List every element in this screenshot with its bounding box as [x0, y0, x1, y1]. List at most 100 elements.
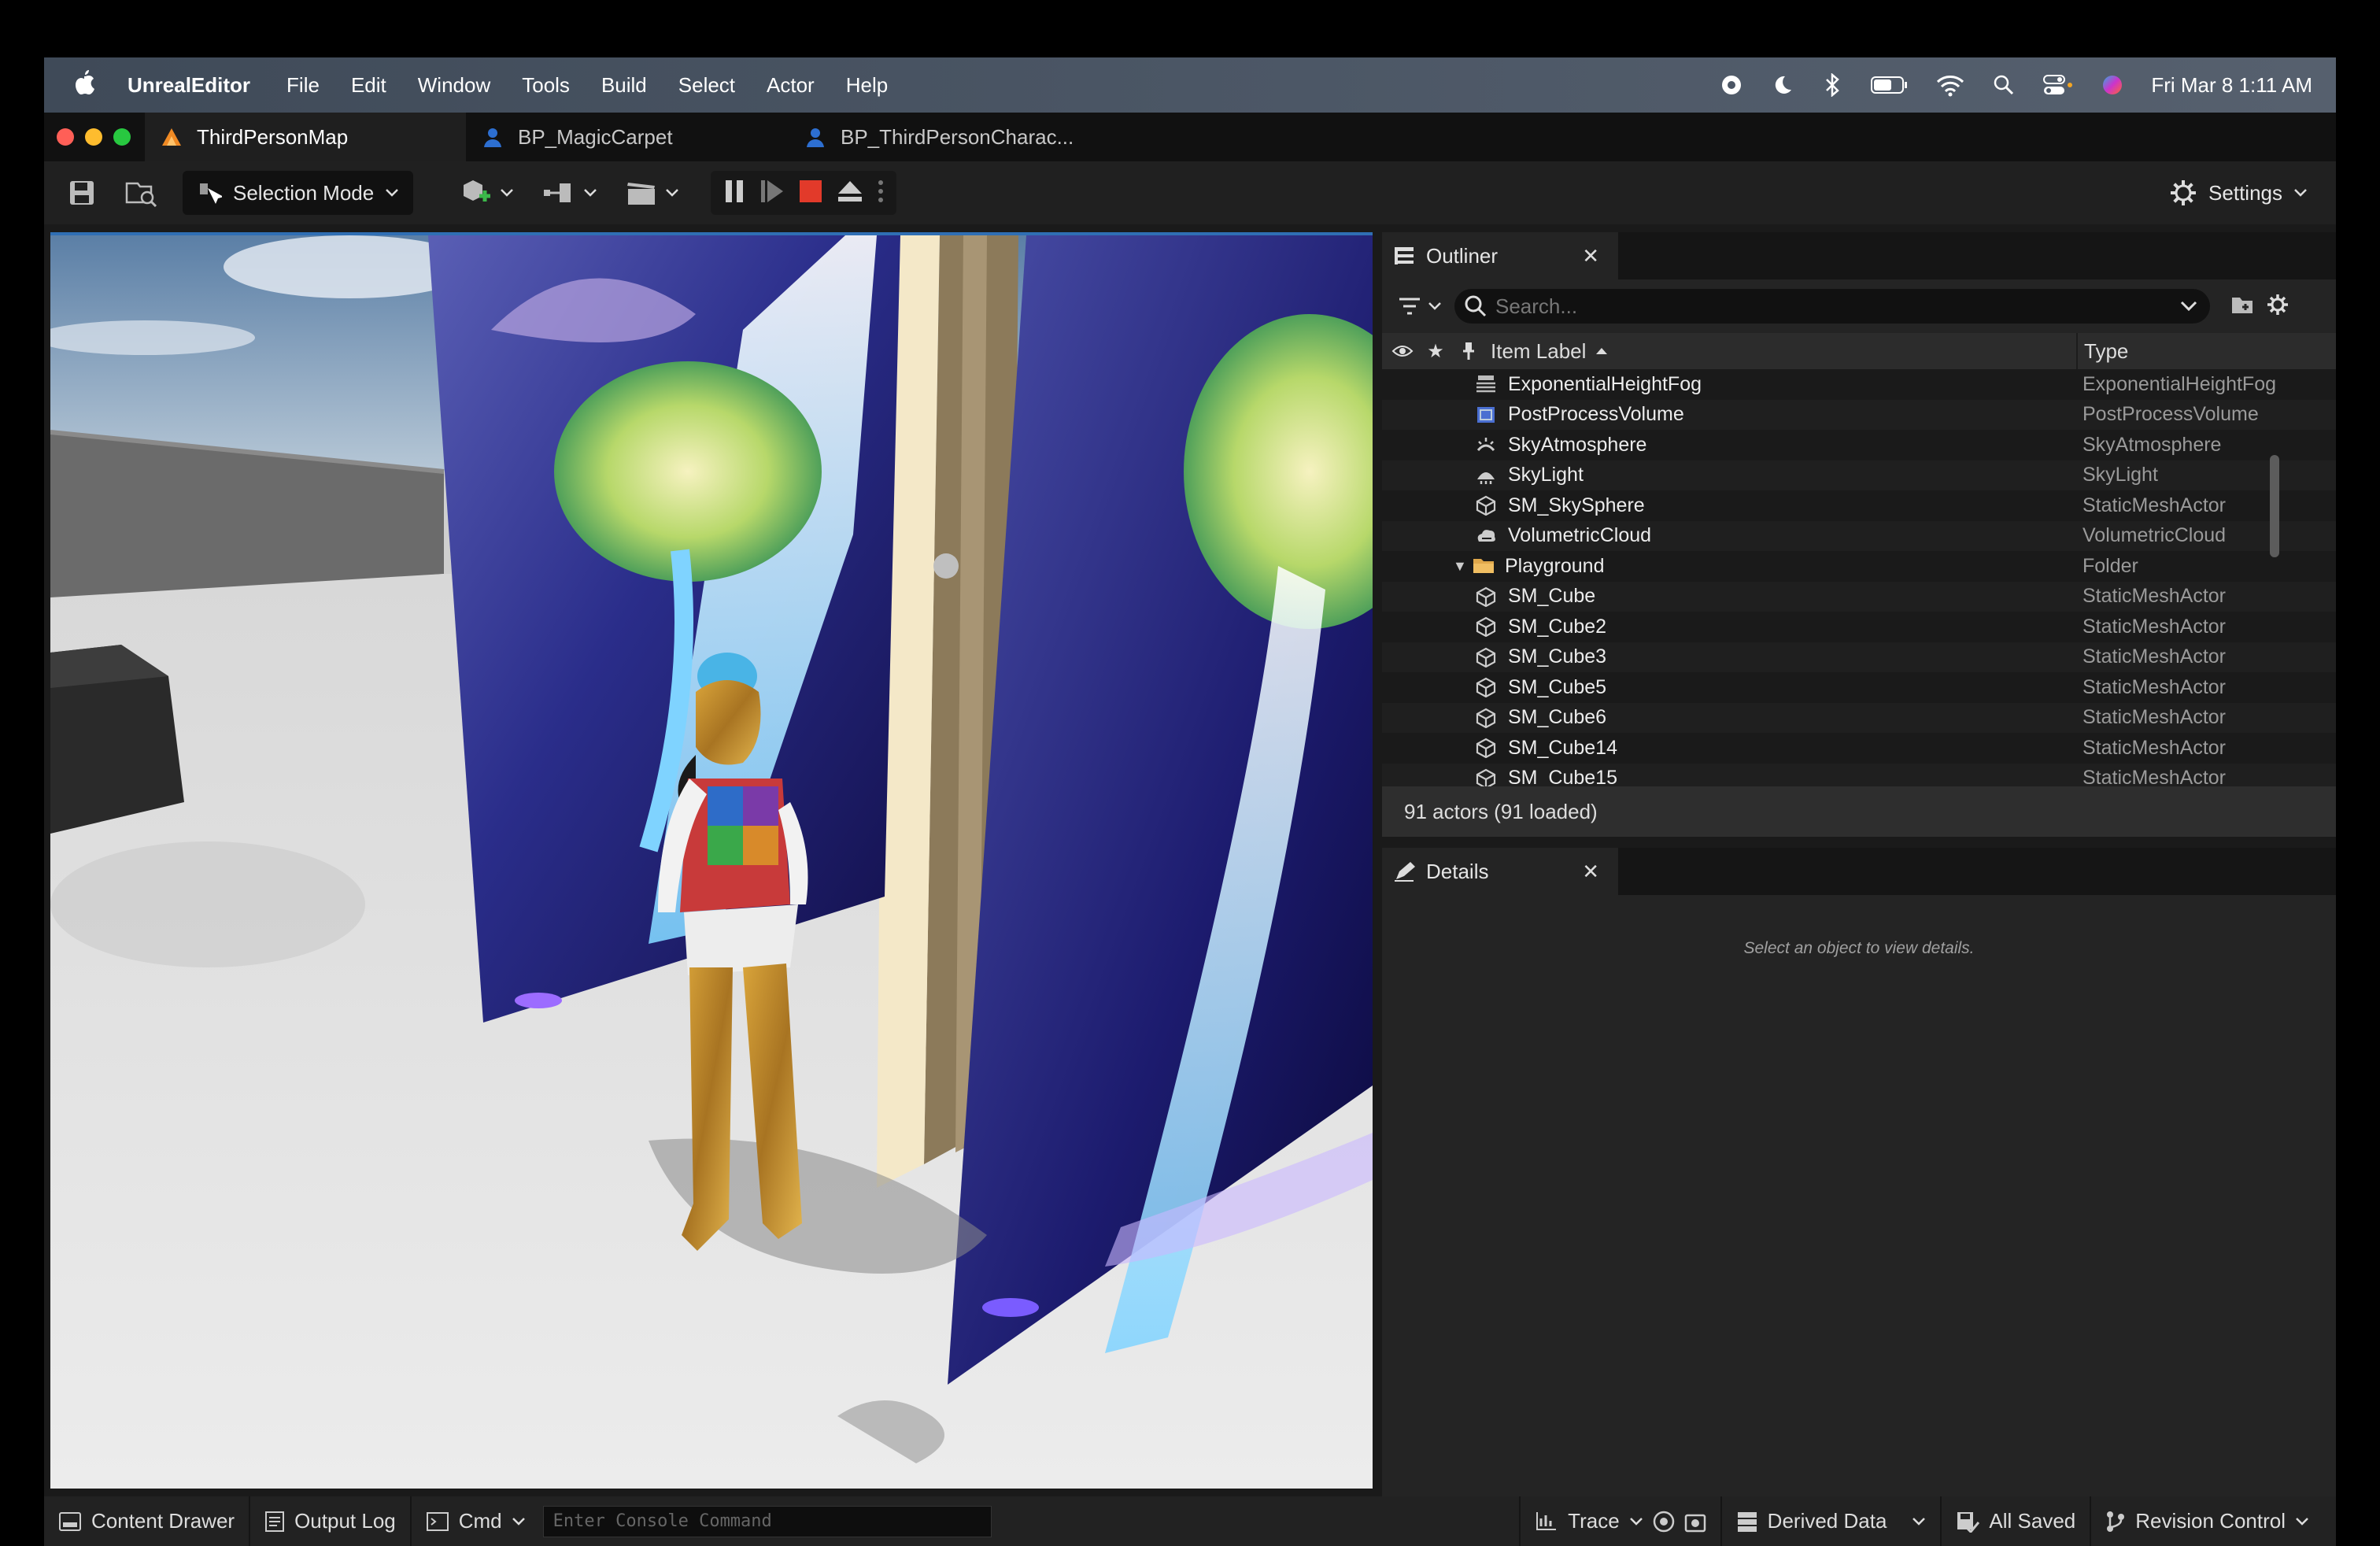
outliner-row[interactable]: SM_Cube5 StaticMeshActor — [1382, 672, 2336, 703]
chevron-down-icon — [386, 189, 399, 197]
all-saved-button[interactable]: All Saved — [1942, 1496, 2092, 1546]
menu-tools[interactable]: Tools — [522, 73, 570, 98]
control-center-icon[interactable] — [2042, 73, 2074, 97]
outliner-row[interactable]: SM_Cube2 StaticMeshActor — [1382, 612, 2336, 642]
chevron-down-icon[interactable] — [2180, 301, 2197, 312]
row-label: SkyAtmosphere — [1508, 433, 1647, 456]
type-column[interactable]: Type — [2076, 333, 2128, 369]
zoom-window-button[interactable] — [113, 128, 131, 146]
outliner-row[interactable]: ▼ Playground Folder — [1382, 551, 2336, 582]
console-command-input[interactable]: Enter Console Command — [542, 1505, 992, 1537]
add-folder-icon — [2232, 297, 2252, 313]
siri-icon[interactable] — [2101, 73, 2124, 97]
row-type: StaticMeshActor — [2082, 645, 2227, 668]
outliner-row[interactable]: SM_Cube14 StaticMeshActor — [1382, 733, 2336, 764]
stop-button[interactable] — [799, 179, 822, 207]
quick-add-button[interactable] — [460, 171, 514, 215]
apple-icon[interactable] — [72, 68, 104, 102]
blueprint-options-button[interactable] — [542, 171, 597, 215]
bluetooth-icon[interactable] — [1820, 73, 1844, 97]
selection-mode-dropdown[interactable]: Selection Mode — [183, 171, 414, 215]
outliner-status: 91 actors (91 loaded) — [1382, 786, 2336, 837]
menu-window[interactable]: Window — [418, 73, 490, 98]
cmd-dropdown[interactable]: Cmd Enter Console Command — [412, 1496, 1006, 1546]
derived-data-dropdown[interactable]: Derived Data — [1722, 1496, 1942, 1546]
outliner-row[interactable]: SM_Cube6 StaticMeshActor — [1382, 702, 2336, 733]
wifi-icon[interactable] — [1935, 73, 1965, 97]
outliner-row[interactable]: PostProcessVolume PostProcessVolume — [1382, 399, 2336, 430]
menu-app-name[interactable]: UnrealEditor — [128, 73, 250, 98]
skylight-icon — [1475, 465, 1497, 486]
expand-arrow-icon[interactable]: ▼ — [1453, 558, 1467, 575]
details-empty-message: Select an object to view details. — [1743, 939, 1975, 957]
output-log-icon — [265, 1511, 285, 1532]
window-controls — [57, 128, 131, 146]
menu-help[interactable]: Help — [846, 73, 888, 98]
details-tab[interactable]: Details ✕ — [1382, 848, 1618, 895]
level-viewport[interactable] — [50, 232, 1373, 1489]
outliner-row[interactable]: VolumetricCloud VolumetricCloud — [1382, 520, 2336, 551]
spotlight-search-icon[interactable] — [1992, 73, 2016, 97]
outliner-tab[interactable]: Outliner ✕ — [1382, 232, 1618, 279]
level-icon — [161, 126, 183, 148]
close-outliner-icon[interactable]: ✕ — [1582, 244, 1599, 268]
tab-bp-third-person-character[interactable]: BP_ThirdPersonCharac... — [789, 113, 1119, 161]
close-details-icon[interactable]: ✕ — [1582, 860, 1599, 884]
tab-third-person-map[interactable]: ThirdPersonMap — [145, 113, 466, 161]
menu-clock[interactable]: Fri Mar 8 1:11 AM — [2151, 73, 2312, 98]
item-label-column[interactable]: Item Label — [1491, 339, 1608, 364]
play-options-button[interactable] — [878, 179, 884, 208]
save-button[interactable] — [66, 171, 98, 215]
content-drawer-button[interactable]: Content Drawer — [44, 1496, 251, 1546]
right-side-panels: Outliner ✕ Search... ★ Item Label Type E… — [1382, 232, 2336, 1501]
row-label: SM_Cube — [1508, 585, 1596, 608]
menu-actor[interactable]: Actor — [767, 73, 815, 98]
output-log-button[interactable]: Output Log — [250, 1496, 412, 1546]
moon-icon[interactable] — [1770, 73, 1794, 97]
visibility-column[interactable] — [1388, 344, 1417, 358]
outliner-row[interactable]: SkyLight SkyLight — [1382, 460, 2336, 490]
add-folder-button[interactable] — [2230, 294, 2254, 319]
row-type: PostProcessVolume — [2082, 403, 2259, 426]
settings-dropdown[interactable]: Settings — [2169, 171, 2308, 215]
filter-button[interactable] — [1398, 297, 1442, 316]
trace-dropdown[interactable]: Trace — [1519, 1496, 1722, 1546]
outliner-row[interactable]: ExponentialHeightFog ExponentialHeightFog — [1382, 369, 2336, 400]
screenshot-icon[interactable] — [1684, 1511, 1706, 1533]
outliner-row[interactable]: SM_Cube StaticMeshActor — [1382, 581, 2336, 612]
frame-skip-button[interactable] — [759, 179, 785, 208]
record-icon[interactable] — [1720, 73, 1743, 97]
minimize-window-button[interactable] — [85, 128, 102, 146]
selection-cursor-icon — [200, 183, 222, 204]
cinematics-button[interactable] — [626, 171, 679, 215]
tab-bp-magic-carpet[interactable]: BP_MagicCarpet — [466, 113, 789, 161]
outliner-row[interactable]: SM_Cube15 StaticMeshActor — [1382, 763, 2336, 786]
browse-content-button[interactable] — [124, 171, 159, 215]
outliner-search-box[interactable]: Search... — [1454, 289, 2210, 324]
close-window-button[interactable] — [57, 128, 74, 146]
item-label-header: Item Label — [1491, 338, 1587, 363]
eject-button[interactable] — [837, 179, 863, 207]
mesh-icon — [1475, 616, 1497, 637]
outliner-settings-button[interactable] — [2267, 294, 2289, 320]
favorite-column[interactable]: ★ — [1417, 340, 1454, 363]
cmd-label: Cmd — [458, 1509, 502, 1533]
outliner-row[interactable]: SM_SkySphere StaticMeshActor — [1382, 490, 2336, 521]
outliner-row[interactable]: SM_Cube3 StaticMeshActor — [1382, 642, 2336, 672]
outliner-scroll-thumb[interactable] — [2270, 455, 2279, 557]
menu-edit[interactable]: Edit — [351, 73, 386, 98]
pin-column[interactable] — [1454, 341, 1483, 361]
battery-icon[interactable] — [1871, 73, 1909, 97]
row-type: StaticMeshActor — [2082, 494, 2227, 516]
pause-button[interactable] — [723, 179, 745, 208]
settings-label: Settings — [2208, 180, 2282, 205]
menu-file[interactable]: File — [286, 73, 320, 98]
search-input[interactable]: Search... — [1495, 294, 1577, 319]
record-trace-icon[interactable] — [1653, 1511, 1675, 1533]
menu-select[interactable]: Select — [678, 73, 735, 98]
revision-control-dropdown[interactable]: Revision Control — [2091, 1496, 2336, 1546]
blueprint-icon — [804, 126, 826, 148]
outliner-row[interactable]: SkyAtmosphere SkyAtmosphere — [1382, 430, 2336, 460]
branch-icon — [2107, 1511, 2125, 1532]
menu-build[interactable]: Build — [601, 73, 647, 98]
